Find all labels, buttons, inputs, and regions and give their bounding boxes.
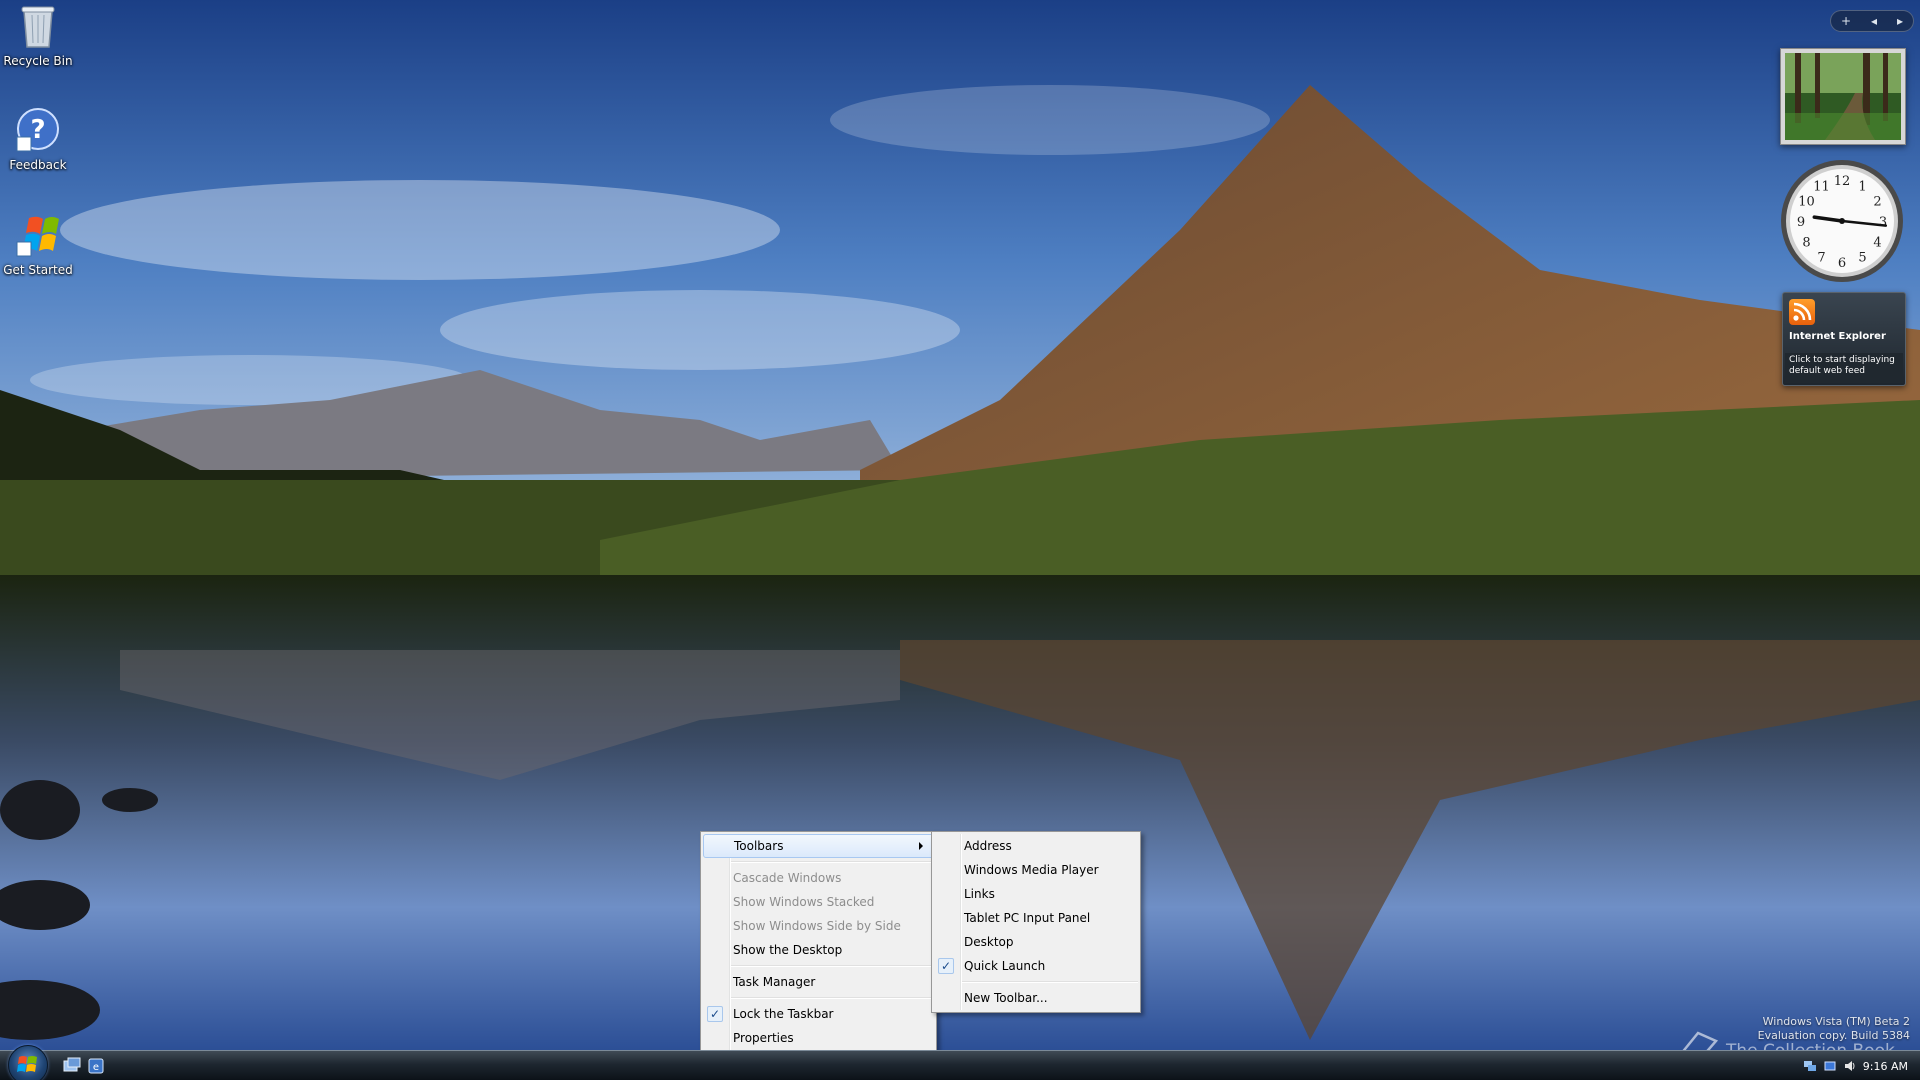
svg-text:?: ?	[30, 115, 45, 145]
recycle-bin-icon	[14, 2, 62, 50]
menu-item-show-windows-side-by-side[interactable]: Show Windows Side by Side	[701, 914, 936, 938]
menu-item-properties[interactable]: Properties	[701, 1026, 936, 1050]
clock-number: 9	[1797, 215, 1805, 230]
feed-message[interactable]: Click to start displaying default web fe…	[1785, 353, 1903, 383]
submenu-item-address[interactable]: Address	[932, 834, 1140, 858]
notification-area: 9:16 AM	[1760, 1051, 1920, 1080]
menu-item-toolbars[interactable]: Toolbars	[703, 834, 934, 858]
checkmark-icon: ✓	[707, 1006, 723, 1022]
menu-item-show-windows-stacked[interactable]: Show Windows Stacked	[701, 890, 936, 914]
clock-number: 1	[1858, 180, 1866, 195]
slideshow-gadget[interactable]	[1780, 48, 1906, 145]
desktop-icon-feedback[interactable]: ? Feedback	[2, 106, 74, 172]
menu-item-label: Show the Desktop	[733, 943, 843, 957]
menu-item-label: Toolbars	[734, 839, 784, 853]
sidebar-controls: + ◂ ▸	[1830, 10, 1914, 32]
rss-feed-icon	[1789, 299, 1815, 325]
clock-number: 11	[1813, 180, 1830, 195]
menu-item-label: Cascade Windows	[733, 871, 842, 885]
next-page-button[interactable]: ▸	[1897, 14, 1903, 28]
clock-number: 5	[1858, 251, 1866, 266]
clock-number: 12	[1834, 174, 1851, 189]
menu-item-task-manager[interactable]: Task Manager	[701, 970, 936, 994]
checkmark-icon: ✓	[938, 958, 954, 974]
menu-item-label: Properties	[733, 1031, 794, 1045]
menu-item-label: Task Manager	[733, 975, 816, 989]
add-gadget-button[interactable]: +	[1841, 14, 1851, 28]
menu-separator	[701, 994, 936, 1002]
submenu-arrow-icon	[919, 842, 923, 850]
submenu-item-desktop[interactable]: Desktop	[932, 930, 1140, 954]
get-started-icon	[14, 211, 62, 259]
previous-page-button[interactable]: ◂	[1871, 14, 1877, 28]
windows-logo-icon	[17, 1056, 37, 1072]
menu-item-label: Lock the Taskbar	[733, 1007, 834, 1021]
svg-text:e: e	[93, 1062, 99, 1073]
taskbar[interactable]: e 9:16 AM	[0, 1045, 1920, 1080]
feedback-icon: ?	[14, 106, 62, 154]
show-desktop-icon[interactable]	[63, 1057, 81, 1075]
clock-number: 2	[1873, 195, 1881, 210]
clock-number: 10	[1798, 195, 1815, 210]
start-button[interactable]	[8, 1045, 48, 1080]
feed-headlines-gadget[interactable]: Internet Explorer Click to start display…	[1782, 292, 1906, 386]
submenu-item-new-toolbar[interactable]: New Toolbar...	[932, 986, 1140, 1010]
menu-item-label: Links	[964, 887, 995, 901]
desktop-icon-label: Feedback	[9, 158, 67, 172]
volume-icon[interactable]	[1843, 1059, 1857, 1073]
clock-number: 6	[1838, 256, 1846, 271]
menu-item-label: Desktop	[964, 935, 1014, 949]
menu-separator	[701, 962, 936, 970]
power-icon[interactable]	[1823, 1059, 1837, 1073]
desktop-icon-label: Recycle Bin	[3, 54, 73, 68]
submenu-item-quick-launch[interactable]: ✓ Quick Launch	[932, 954, 1140, 978]
menu-item-label: New Toolbar...	[964, 991, 1048, 1005]
menu-separator	[932, 978, 1140, 986]
menu-separator	[701, 858, 936, 866]
submenu-item-links[interactable]: Links	[932, 882, 1140, 906]
clock-number: 3	[1879, 215, 1887, 230]
menu-item-label: Address	[964, 839, 1012, 853]
clock-gadget[interactable]: 12 1 2 3 4 5 6 7 8 9 10 11	[1779, 158, 1905, 284]
menu-item-label: Tablet PC Input Panel	[964, 911, 1091, 925]
menu-item-label: Show Windows Side by Side	[733, 919, 901, 933]
menu-item-cascade-windows[interactable]: Cascade Windows	[701, 866, 936, 890]
forest-photo	[1785, 53, 1901, 140]
clock-number: 4	[1873, 236, 1881, 251]
network-icon[interactable]	[1803, 1059, 1817, 1073]
switch-windows-icon[interactable]: e	[87, 1057, 105, 1075]
desktop-icon-label: Get Started	[3, 263, 73, 277]
desktop-icon-recycle-bin[interactable]: Recycle Bin	[2, 2, 74, 68]
feed-title: Internet Explorer	[1789, 331, 1886, 342]
menu-item-lock-the-taskbar[interactable]: ✓ Lock the Taskbar	[701, 1002, 936, 1026]
desktop-icon-get-started[interactable]: Get Started	[2, 211, 74, 277]
clock-number: 7	[1817, 251, 1825, 266]
clock-number: 8	[1802, 236, 1810, 251]
taskbar-context-menu: Toolbars Cascade Windows Show Windows St…	[700, 831, 937, 1053]
menu-item-label: Show Windows Stacked	[733, 895, 875, 909]
menu-item-show-the-desktop[interactable]: Show the Desktop	[701, 938, 936, 962]
toolbars-submenu: Address Windows Media Player Links Table…	[931, 831, 1141, 1013]
submenu-item-windows-media-player[interactable]: Windows Media Player	[932, 858, 1140, 882]
menu-item-label: Quick Launch	[964, 959, 1046, 973]
menu-item-label: Windows Media Player	[964, 863, 1099, 877]
submenu-item-tablet-pc-input-panel[interactable]: Tablet PC Input Panel	[932, 906, 1140, 930]
taskbar-clock[interactable]: 9:16 AM	[1863, 1060, 1908, 1073]
